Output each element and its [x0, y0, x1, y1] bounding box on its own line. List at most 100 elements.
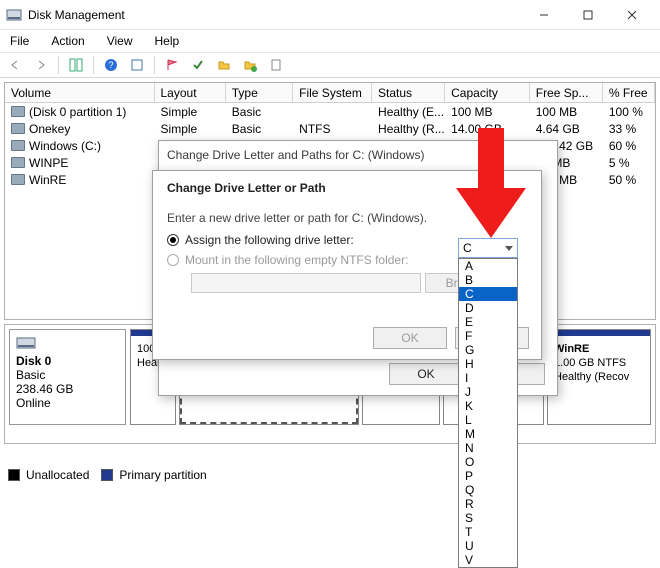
volume-layout: Simple [155, 121, 226, 137]
drive-letter-option[interactable]: D [459, 301, 517, 315]
drive-letter-option[interactable]: P [459, 469, 517, 483]
drive-letter-option[interactable]: V [459, 553, 517, 567]
drive-letter-option[interactable]: L [459, 413, 517, 427]
col-volume[interactable]: Volume [5, 83, 155, 102]
drive-letter-option[interactable]: O [459, 455, 517, 469]
menu-file[interactable]: File [4, 32, 35, 50]
volume-capacity: 100 MB [445, 104, 530, 120]
volume-name: WinRE [29, 173, 66, 187]
volume-pct: 100 % [603, 104, 655, 120]
volume-name: (Disk 0 partition 1) [29, 105, 126, 119]
volume-icon [11, 106, 25, 117]
drive-letter-option[interactable]: H [459, 357, 517, 371]
volume-pct: 5 % [603, 155, 655, 171]
drive-letter-option[interactable]: J [459, 385, 517, 399]
col-filesystem[interactable]: File System [293, 83, 372, 102]
volume-pct: 60 % [603, 138, 655, 154]
disk-state: Online [16, 396, 119, 410]
drive-letter-option[interactable]: K [459, 399, 517, 413]
drive-letter-option[interactable]: T [459, 525, 517, 539]
back-button[interactable] [4, 55, 26, 75]
disk-icon [16, 336, 36, 350]
volume-icon [11, 123, 25, 134]
drive-letter-select[interactable]: C [458, 238, 518, 258]
disk-type: Basic [16, 368, 119, 382]
swatch-primary [101, 469, 113, 481]
menu-action[interactable]: Action [45, 32, 90, 50]
drive-letter-option[interactable]: S [459, 511, 517, 525]
forward-button[interactable] [30, 55, 52, 75]
titlebar: Disk Management [0, 0, 660, 30]
drive-letter-value: C [463, 241, 472, 255]
disk-name: Disk 0 [16, 354, 119, 368]
partition[interactable]: WinRE1.00 GB NTFSHealthy (Recov [547, 329, 651, 425]
maximize-button[interactable] [566, 1, 610, 29]
volume-name: Windows (C:) [29, 139, 101, 153]
drive-letter-option[interactable]: B [459, 273, 517, 287]
volume-name: Onekey [29, 122, 70, 136]
minimize-button[interactable] [522, 1, 566, 29]
drive-letter-option[interactable]: G [459, 343, 517, 357]
col-capacity[interactable]: Capacity [445, 83, 530, 102]
mount-folder-input [191, 273, 421, 293]
svg-text:?: ? [108, 60, 113, 70]
volume-row[interactable]: OnekeySimpleBasicNTFSHealthy (R...14.00 … [5, 120, 655, 137]
disk-mgmt-icon [6, 7, 22, 23]
disk-info[interactable]: Disk 0 Basic 238.46 GB Online [9, 329, 126, 425]
drive-letter-option[interactable]: A [459, 259, 517, 273]
assign-letter-label: Assign the following drive letter: [185, 233, 354, 247]
volume-row[interactable]: (Disk 0 partition 1) SimpleBasic Healthy (… [5, 103, 655, 120]
volume-fs: NTFS [293, 121, 372, 137]
menubar: File Action View Help [0, 30, 660, 52]
refresh-icon[interactable] [126, 55, 148, 75]
legend: Unallocated Primary partition [8, 468, 652, 482]
window-title: Disk Management [28, 8, 125, 22]
volume-status: Healthy (E... [372, 104, 445, 120]
drive-letter-option[interactable]: N [459, 441, 517, 455]
drive-letter-option[interactable]: F [459, 329, 517, 343]
volume-pct: 33 % [603, 121, 655, 137]
volume-status: Healthy (R... [372, 121, 445, 137]
ok-button[interactable]: OK [389, 363, 463, 385]
volume-name: WINPE [29, 156, 68, 170]
toolbar: ? [0, 52, 660, 78]
drive-letter-option[interactable]: C [459, 287, 517, 301]
volume-layout: Simple [155, 104, 226, 120]
drive-letter-option[interactable]: R [459, 497, 517, 511]
subdialog-ok-button[interactable]: OK [373, 327, 447, 349]
col-freespace[interactable]: Free Sp... [530, 83, 603, 102]
drive-letter-dropdown[interactable]: ABCDEFGHIJKLMNOPQRSTUV [458, 258, 518, 568]
legend-primary: Primary partition [119, 468, 206, 482]
flag-icon[interactable] [161, 55, 183, 75]
volume-header: Volume Layout Type File System Status Ca… [5, 83, 655, 103]
chevron-down-icon [505, 246, 513, 251]
volume-free: 4.64 GB [530, 121, 603, 137]
annotation-arrow [456, 128, 526, 238]
drive-letter-option[interactable]: I [459, 371, 517, 385]
menu-help[interactable]: Help [149, 32, 186, 50]
drive-letter-option[interactable]: E [459, 315, 517, 329]
volume-pct: 50 % [603, 172, 655, 188]
col-layout[interactable]: Layout [155, 83, 226, 102]
drive-letter-option[interactable]: U [459, 539, 517, 553]
drive-letter-option[interactable]: M [459, 427, 517, 441]
col-pctfree[interactable]: % Free [603, 83, 655, 102]
volume-fs [293, 111, 372, 113]
help-icon[interactable]: ? [100, 55, 122, 75]
volume-type: Basic [226, 104, 293, 120]
menu-view[interactable]: View [101, 32, 139, 50]
col-status[interactable]: Status [372, 83, 445, 102]
volume-free: 100 MB [530, 104, 603, 120]
close-button[interactable] [610, 1, 654, 29]
swatch-unallocated [8, 469, 20, 481]
folder-add-icon[interactable] [239, 55, 261, 75]
volume-icon [11, 140, 25, 151]
check-icon[interactable] [187, 55, 209, 75]
volume-icon [11, 157, 25, 168]
drive-letter-option[interactable]: Q [459, 483, 517, 497]
folder-icon[interactable] [213, 55, 235, 75]
col-type[interactable]: Type [226, 83, 293, 102]
volume-icon [11, 174, 25, 185]
properties-icon[interactable] [265, 55, 287, 75]
layout-icon[interactable] [65, 55, 87, 75]
